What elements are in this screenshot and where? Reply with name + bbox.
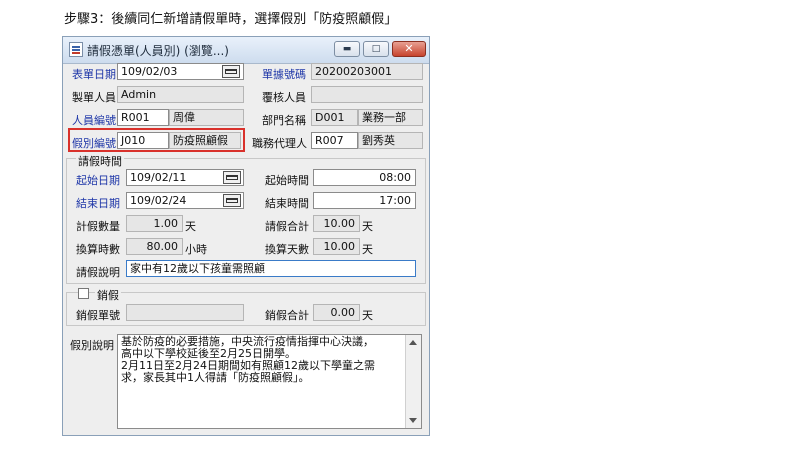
bill-no-label: 單據號碼 — [262, 68, 306, 81]
agent-name-field[interactable]: 劉秀英 — [358, 132, 423, 149]
conv-hours-label: 換算時數 — [76, 243, 120, 256]
start-time-input[interactable]: 08:00 — [313, 169, 416, 186]
agent-no-input[interactable]: R007 — [311, 132, 358, 149]
memo-scrollbar[interactable] — [405, 335, 421, 428]
total-label: 請假合計 — [265, 220, 309, 233]
scroll-down-icon[interactable] — [409, 418, 417, 423]
cancel-checkbox[interactable] — [78, 288, 89, 299]
title-bar[interactable]: 請假憑單(人員別) (瀏覽...) ▬ □ ✕ — [63, 37, 429, 64]
desc-label: 請假說明 — [76, 266, 120, 279]
cancel-total-label: 銷假合計 — [265, 309, 309, 322]
bill-date-label: 表單日期 — [72, 68, 116, 81]
end-time-label: 結束時間 — [265, 197, 309, 210]
desc-input[interactable]: 家中有12歲以下孩童需照顧 — [126, 260, 416, 277]
leave-note-label: 假別說明 — [70, 339, 114, 352]
total-unit: 天 — [362, 220, 373, 233]
reviewer-field[interactable] — [311, 86, 423, 103]
end-time-input[interactable]: 17:00 — [313, 192, 416, 209]
close-button[interactable]: ✕ — [392, 41, 426, 57]
minimize-button[interactable]: ▬ — [334, 41, 360, 57]
maximize-button[interactable]: □ — [363, 41, 389, 57]
calc-qty-unit: 天 — [185, 220, 196, 233]
cancel-total-unit: 天 — [362, 309, 373, 322]
start-date-label: 起始日期 — [76, 174, 120, 187]
dept-label: 部門名稱 — [262, 114, 306, 127]
total-field[interactable]: 10.00 — [313, 215, 360, 232]
calc-qty-field[interactable]: 1.00 — [126, 215, 183, 232]
emp-no-label: 人員編號 — [72, 114, 116, 127]
bill-no-field[interactable]: 20200203001 — [311, 63, 423, 80]
reviewer-label: 覆核人員 — [262, 91, 306, 104]
window-title: 請假憑單(人員別) (瀏覽...) — [87, 44, 229, 58]
conv-days-unit: 天 — [362, 243, 373, 256]
cancel-total-field[interactable]: 0.00 — [313, 304, 360, 321]
calc-qty-label: 計假數量 — [76, 220, 120, 233]
start-time-label: 起始時間 — [265, 174, 309, 187]
conv-days-field[interactable]: 10.00 — [313, 238, 360, 255]
conv-days-label: 換算天數 — [265, 243, 309, 256]
cancel-checkbox-label: 銷假 — [95, 287, 121, 303]
form-document-icon — [69, 42, 83, 57]
dept-name-field[interactable]: 業務一部 — [358, 109, 423, 126]
dept-no-field[interactable]: D001 — [311, 109, 358, 126]
maker-field[interactable]: Admin — [117, 86, 244, 103]
leave-type-highlight — [68, 128, 245, 152]
leave-time-group-label: 請假時間 — [76, 153, 124, 169]
emp-name-field[interactable]: 周偉 — [169, 109, 244, 126]
conv-hours-field[interactable]: 80.00 — [126, 238, 183, 255]
end-date-label: 結束日期 — [76, 197, 120, 210]
cancel-no-label: 銷假單號 — [76, 309, 120, 322]
conv-hours-unit: 小時 — [185, 243, 207, 256]
leave-note-memo[interactable]: 基於防疫的必要措施，中央流行疫情指揮中心決議， 高中以下學校延後至2月25日開學… — [117, 334, 422, 429]
calendar-icon[interactable] — [223, 171, 241, 184]
maker-label: 製單人員 — [72, 91, 116, 104]
calendar-icon[interactable] — [223, 194, 241, 207]
agent-label: 職務代理人 — [252, 137, 307, 150]
cancel-no-field[interactable] — [126, 304, 244, 321]
step-caption: 步驟3：後續同仁新增請假單時，選擇假別「防疫照顧假」 — [64, 12, 398, 27]
calendar-icon[interactable] — [222, 65, 240, 78]
leave-note-text: 基於防疫的必要措施，中央流行疫情指揮中心決議， 高中以下學校延後至2月25日開學… — [121, 335, 375, 384]
emp-no-input[interactable]: R001 — [117, 109, 169, 126]
scroll-up-icon[interactable] — [409, 340, 417, 345]
